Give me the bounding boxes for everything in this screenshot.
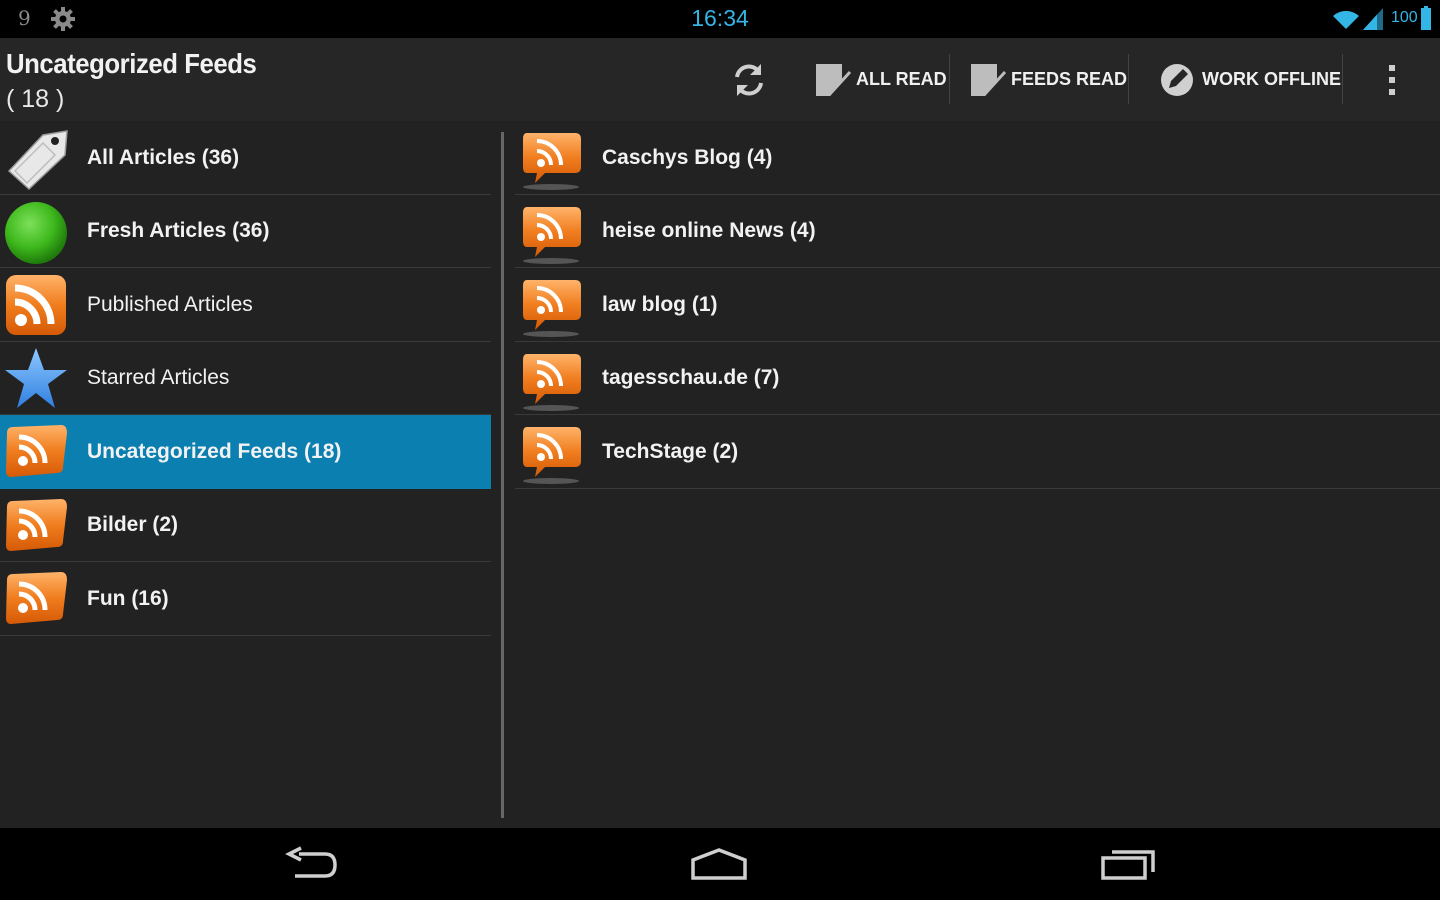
home-icon[interactable]	[690, 846, 748, 882]
overflow-menu-button[interactable]	[1372, 38, 1412, 121]
work-offline-label: WORK OFFLINE	[1202, 69, 1341, 89]
feed-label: heise online News (4)	[602, 219, 816, 242]
pane-divider	[501, 132, 504, 818]
content-area: All Articles (36) Fresh Articles (36) Pu…	[0, 121, 1440, 828]
battery-level: 100	[1391, 9, 1418, 26]
rss-bubble-icon	[6, 498, 67, 551]
rss-bubble-icon	[6, 572, 67, 624]
feed-icon	[523, 206, 581, 264]
feed-icon	[523, 427, 581, 484]
wifi-icon	[1333, 10, 1359, 29]
navigation-bar	[0, 828, 1440, 900]
divider	[1342, 54, 1343, 104]
green-circle-icon	[5, 201, 67, 264]
feeds-read-button[interactable]: FEEDS READ	[969, 38, 1127, 121]
tag-icon	[7, 130, 68, 191]
mark-read-icon	[971, 63, 1007, 96]
category-list: All Articles (36) Fresh Articles (36) Pu…	[0, 121, 491, 636]
work-offline-button[interactable]: WORK OFFLINE	[1160, 38, 1341, 121]
offline-icon	[1161, 63, 1193, 96]
category-label: Fresh Articles (36)	[87, 219, 270, 242]
category-label: Published Articles	[87, 292, 253, 316]
feed-label: law blog (1)	[602, 292, 718, 316]
feed-list: Caschys Blog (4) heise online News (4) l…	[515, 121, 1440, 489]
overflow-menu-icon	[1389, 64, 1395, 95]
feed-item-law-blog[interactable]: law blog (1)	[515, 268, 1440, 342]
refresh-icon	[735, 63, 763, 96]
divider	[949, 54, 950, 104]
mark-read-icon	[816, 63, 852, 96]
back-icon[interactable]	[285, 846, 341, 882]
feed-icon	[523, 280, 581, 337]
page-title: Uncategorized Feeds	[6, 48, 257, 79]
feed-label: TechStage (2)	[602, 439, 739, 463]
all-read-label: ALL READ	[856, 69, 947, 89]
category-item-uncategorized-feeds[interactable]: Uncategorized Feeds (18)	[0, 415, 491, 489]
feed-label: tagesschau.de (7)	[602, 366, 780, 389]
page-subtitle: ( 18 )	[6, 85, 65, 113]
category-item-all-articles[interactable]: All Articles (36)	[0, 121, 491, 195]
category-item-starred-articles[interactable]: Starred Articles	[0, 342, 491, 415]
signal-icon	[1363, 8, 1383, 30]
feed-icon	[523, 353, 581, 411]
feed-item-caschys-blog[interactable]: Caschys Blog (4)	[515, 121, 1440, 195]
category-label: All Articles (36)	[87, 145, 240, 169]
category-item-bilder[interactable]: Bilder (2)	[0, 489, 491, 562]
star-icon	[5, 347, 67, 408]
feed-item-techstage[interactable]: TechStage (2)	[515, 415, 1440, 489]
category-item-fun[interactable]: Fun (16)	[0, 562, 491, 636]
category-item-published-articles[interactable]: Published Articles	[0, 268, 491, 342]
category-label: Starred Articles	[87, 366, 230, 389]
status-bar: 9 16:34 100	[0, 0, 1440, 38]
category-item-fresh-articles[interactable]: Fresh Articles (36)	[0, 195, 491, 268]
feeds-read-label: FEEDS READ	[1011, 69, 1128, 89]
status-time: 16:34	[691, 5, 749, 31]
feed-item-tagesschau[interactable]: tagesschau.de (7)	[515, 342, 1440, 415]
divider	[1128, 54, 1129, 104]
all-read-button[interactable]: ALL READ	[814, 38, 947, 121]
refresh-button[interactable]	[718, 38, 780, 121]
notification-count[interactable]: 9	[18, 6, 31, 30]
battery-icon	[1421, 6, 1431, 30]
action-bar: Uncategorized Feeds ( 18 ) ALL READ FEED…	[0, 38, 1440, 121]
category-label: Uncategorized Feeds (18)	[87, 439, 342, 463]
category-label: Bilder (2)	[87, 513, 179, 536]
feed-item-heise-online-news[interactable]: heise online News (4)	[515, 195, 1440, 268]
category-label: Fun (16)	[87, 586, 169, 610]
rss-bubble-icon	[6, 425, 67, 477]
settings-gear-icon[interactable]	[50, 6, 76, 32]
feed-icon	[523, 133, 581, 190]
recent-apps-icon[interactable]	[1100, 846, 1158, 882]
feed-label: Caschys Blog (4)	[602, 145, 773, 169]
rss-square-icon	[6, 275, 66, 335]
